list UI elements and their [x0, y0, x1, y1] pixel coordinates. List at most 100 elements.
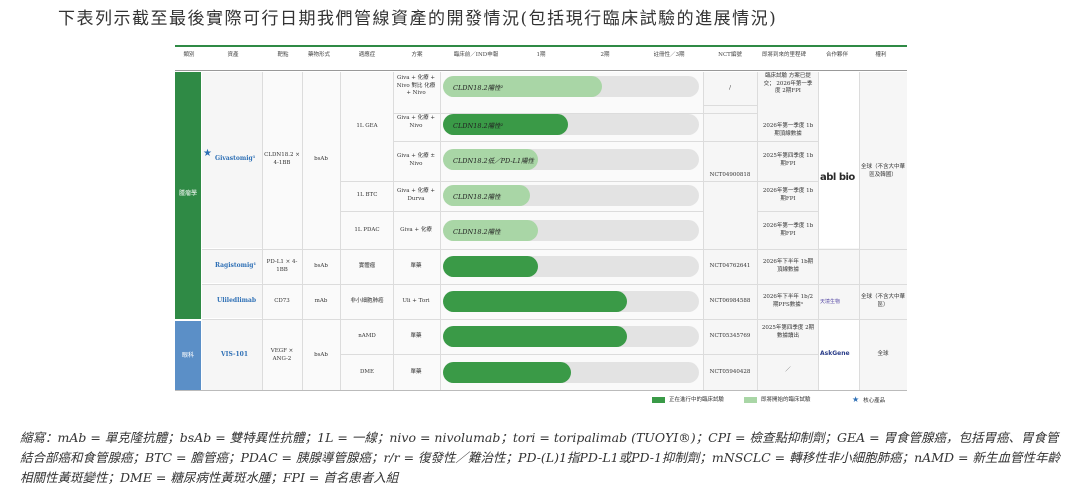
- header-milestone: 即將到來的里程碑: [761, 52, 806, 58]
- modality-givastomig: bsAb: [314, 156, 328, 162]
- header-indication: 適應症: [358, 52, 376, 58]
- target-givastomig: CLDN18.2 × 4-1BB: [264, 152, 300, 166]
- legend-planned: 即將開始的臨床試驗: [744, 395, 811, 403]
- target-vis101: VEGF × ANG-2: [270, 348, 294, 362]
- header-rights: 權利: [875, 52, 887, 58]
- milestone-7: 2026年下半年 1b/2期PFS數據³: [762, 294, 814, 308]
- indication-btc: 1L BTC: [356, 192, 378, 198]
- askgene-logo-text: AskGene: [820, 350, 850, 357]
- regimen-2: Giva + 化療 + Nivo: [396, 115, 435, 129]
- modality-vis101: bsAb: [314, 352, 328, 358]
- table-top-rule: [175, 45, 907, 47]
- legend-ongoing: 正在進行中的臨床試驗: [652, 395, 724, 403]
- regimen-5: Giva + 化療: [400, 227, 432, 233]
- regimen-3: Giva + 化療 ± Nivo: [396, 153, 435, 167]
- regimen-6: 單藥: [410, 263, 422, 269]
- abbreviations-note: 縮寫：mAb = 單克隆抗體；bsAb = 雙特異性抗體；1L = 一線；niv…: [20, 430, 1060, 485]
- header-modality: 藥物形式: [307, 52, 330, 58]
- regimen-7: Uli + Tori: [402, 298, 430, 304]
- progress-track: [443, 256, 699, 277]
- milestone-4: 2026年第一季度 1b期FPI: [762, 188, 814, 202]
- progress-fill: [443, 362, 571, 383]
- header-asset: 資產: [227, 52, 239, 58]
- rights-uliledlimab: 全球（不含大中華區）: [861, 294, 906, 308]
- regimen-8: 單藥: [410, 333, 422, 339]
- legend-star-icon: ★: [852, 395, 860, 404]
- progress-track: [443, 326, 699, 347]
- milestone-9: ／: [785, 367, 791, 373]
- page-heading: 下表列示截至最後實際可行日期我們管線資產的開發情況(包括現行臨床試驗的進展情況): [58, 9, 778, 29]
- legend-ongoing-label: 正在進行中的臨床試驗: [669, 397, 725, 403]
- modality-ragistomig: bsAb: [314, 263, 328, 269]
- progress-label: CLDN18.2低／PD-L1陽性: [453, 157, 535, 165]
- indication-gea: 1L GEA: [356, 123, 378, 129]
- asset-ragistomig: Ragistomig¹: [215, 262, 257, 269]
- pipeline-table: 類別 資產 靶點 藥物形式 適應症 方案 臨床前／IND申報 1期 2期 註冊性…: [175, 45, 907, 391]
- regimen-4: Giva + 化療 + Durva: [396, 188, 435, 202]
- i-mab-logo-text: 天境生物: [820, 299, 841, 305]
- target-uliledlimab: CD73: [274, 298, 290, 304]
- header-target: 靶點: [277, 52, 289, 58]
- indication-dme: DME: [359, 369, 375, 375]
- progress-track: CLDN18.2陽性²: [443, 114, 699, 135]
- legend-core-label: 核心產品: [863, 398, 886, 404]
- nct-givastomig: NCT04900818: [709, 172, 751, 178]
- regimen-9: 單藥: [410, 369, 422, 375]
- nct-ragistomig: NCT04762641: [709, 263, 751, 269]
- legend-core: ★ 核心產品: [852, 395, 885, 404]
- indication-solid: 實體瘤: [358, 263, 376, 269]
- milestone-1: 臨床試驗 方案已提交； 2026年第一季度 2期FPI: [763, 73, 813, 94]
- nct-dme: NCT05940428: [709, 369, 751, 375]
- segment-ophthalmology-label: 眼科: [181, 352, 194, 359]
- legend-planned-label: 即將開始的臨床試驗: [761, 397, 811, 403]
- header-segment: 類別: [183, 52, 195, 58]
- header-regimen: 方案: [411, 52, 423, 58]
- segment-oncology-label: 腫瘤學: [178, 190, 197, 197]
- header-phase2: 2期: [600, 52, 610, 58]
- target-ragistomig: PD-L1 × 4-1BB: [266, 259, 298, 273]
- header-phase1: 1期: [536, 52, 546, 58]
- progress-fill: [443, 291, 628, 312]
- segment-oncology: 腫瘤學: [175, 72, 201, 319]
- asset-uliledlimab: Uliledlimab: [217, 297, 257, 304]
- askgene-logo: AskGene: [820, 350, 850, 357]
- milestone-5: 2026年第一季度 1b期FPI: [762, 223, 814, 237]
- nct-namd: NCT05345769: [709, 333, 751, 339]
- indication-namd: nAMD: [358, 333, 376, 339]
- progress-track: CLDN18.2陽性: [443, 220, 699, 241]
- i-mab-logo: 天境生物: [820, 298, 840, 305]
- indication-pdac: 1L PDAC: [354, 227, 380, 233]
- segment-ophthalmology: 眼科: [175, 321, 201, 390]
- progress-track: [443, 291, 699, 312]
- progress-label: CLDN18.2陽性²: [453, 122, 504, 130]
- progress-track: CLDN18.2陽性²: [443, 76, 699, 97]
- legend-planned-swatch: [744, 396, 757, 403]
- progress-track: CLDN18.2陽性: [443, 185, 699, 206]
- progress-fill: [443, 326, 628, 347]
- asset-givastomig: Givastomig¹: [215, 155, 256, 162]
- legend-ongoing-swatch: [652, 396, 665, 403]
- milestone-3: 2025年第四季度 1b期FPI: [762, 153, 814, 167]
- core-product-star-icon: ★: [203, 148, 212, 159]
- progress-track: [443, 362, 699, 383]
- header-nct: NCT編號: [718, 52, 742, 58]
- milestone-6: 2026年下半年 1b期頂線數據: [762, 259, 814, 273]
- header-preclinical: 臨床前／IND申報: [453, 52, 499, 58]
- nct-regimen-1: /: [729, 85, 731, 91]
- abl-bio-logo-text: abl bio: [820, 172, 855, 183]
- header-phase3: 註冊性／3期: [653, 52, 685, 58]
- progress-track: CLDN18.2低／PD-L1陽性: [443, 149, 699, 170]
- partner-cell-abl: [819, 72, 859, 248]
- asset-vis101: VIS-101: [221, 351, 249, 358]
- progress-fill: [443, 256, 538, 277]
- abl-bio-logo: abl bio: [820, 172, 855, 183]
- modality-uliledlimab: mAb: [314, 298, 328, 304]
- rights-vis101: 全球: [877, 351, 889, 357]
- progress-label: CLDN18.2陽性: [453, 228, 501, 236]
- header-rule: [175, 70, 907, 71]
- milestone-2: 2026年第一季度 1b期頂線數據: [762, 123, 814, 137]
- regimen-1: Giva + 化療 + Nivo 對比 化療 + Nivo: [396, 75, 436, 96]
- header-partner: 合作夥伴: [825, 52, 848, 58]
- nct-uliledlimab: NCT06984588: [709, 298, 751, 304]
- indication-nsclc: 非小細胞肺癌: [350, 298, 384, 304]
